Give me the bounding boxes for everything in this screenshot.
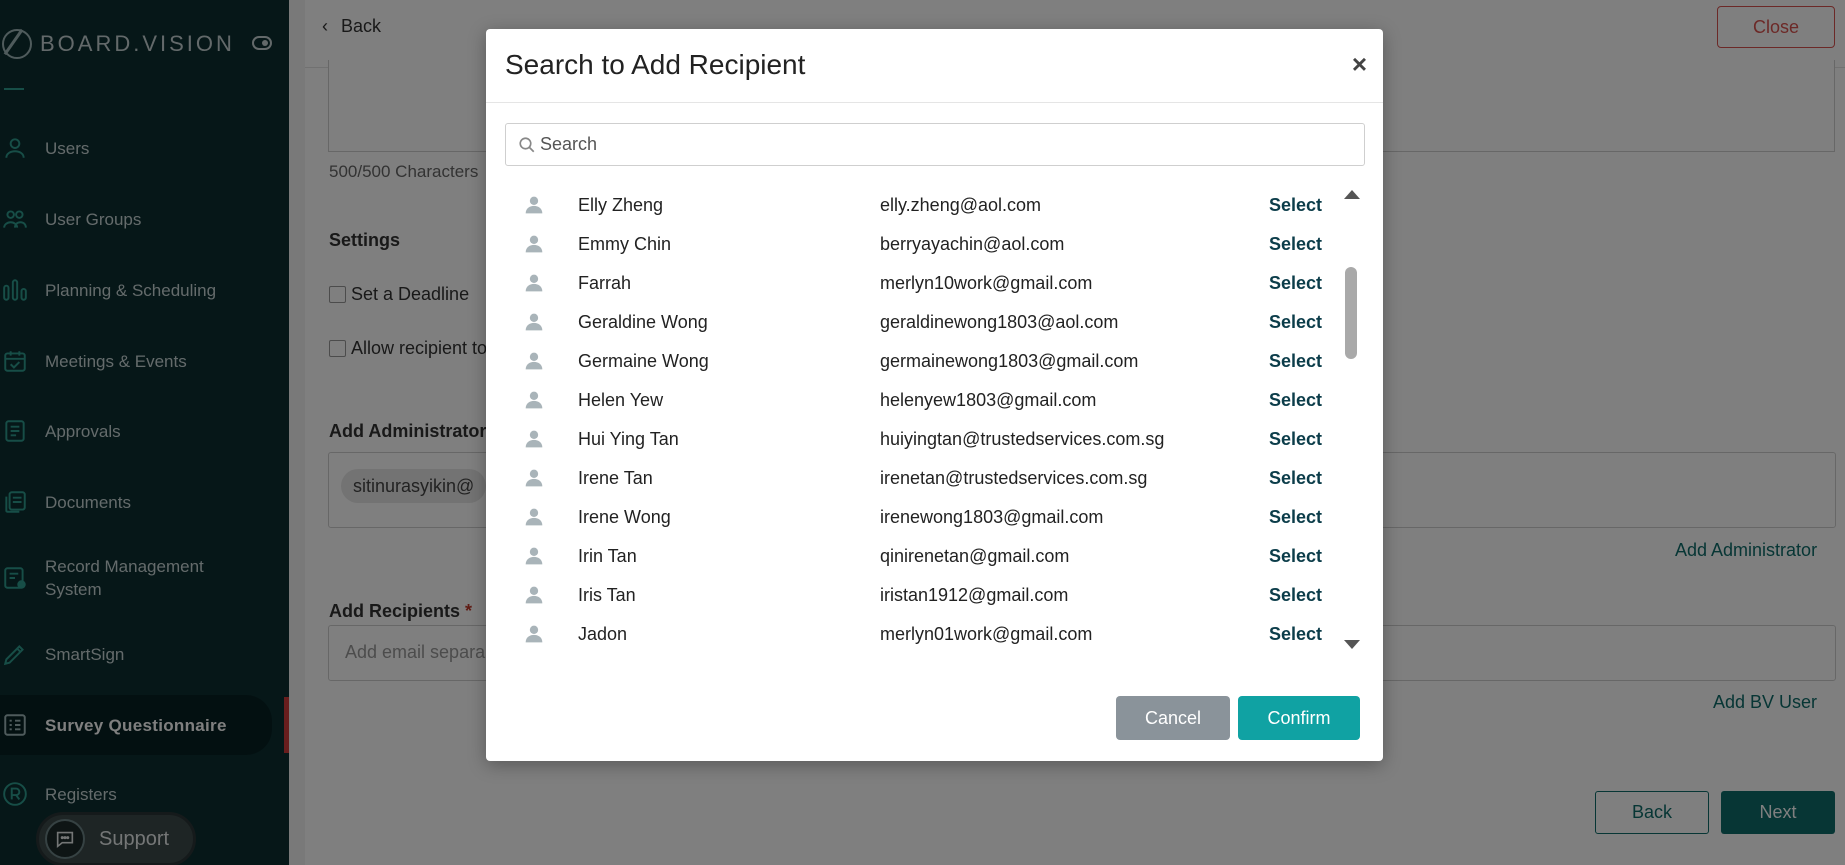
select-recipient-button[interactable]: Select (1269, 624, 1322, 645)
modal-title: Search to Add Recipient (505, 49, 806, 80)
select-recipient-button[interactable]: Select (1269, 429, 1322, 450)
recipient-email: merlyn01work@gmail.com (880, 624, 1093, 644)
scroll-up-arrow-icon[interactable] (1344, 190, 1360, 199)
select-recipient-button[interactable]: Select (1269, 390, 1322, 411)
person-avatar-icon (525, 547, 543, 565)
person-avatar-icon (525, 586, 543, 604)
recipient-email: irenewong1803@gmail.com (880, 507, 1104, 527)
recipient-name: Irene Wong (578, 507, 671, 527)
recipient-email: qinirenetan@gmail.com (880, 546, 1070, 566)
select-recipient-button[interactable]: Select (1269, 507, 1322, 528)
scroll-down-arrow-icon[interactable] (1344, 640, 1360, 649)
recipient-email: iristan1912@gmail.com (880, 585, 1069, 605)
person-avatar-icon (525, 352, 543, 370)
recipient-row: Hui Ying Tan huiyingtan@trustedservices.c… (486, 421, 1366, 460)
recipient-email: elly.zheng@aol.com (880, 195, 1042, 215)
select-recipient-button[interactable]: Select (1269, 585, 1322, 606)
recipient-list: Elly Zheng elly.zheng@aol.com Select Emmy C… (486, 187, 1366, 655)
recipient-name: Emmy Chin (578, 234, 672, 254)
person-avatar-icon (525, 430, 543, 448)
recipient-email: germainewong1803@gmail.com (880, 351, 1139, 371)
person-avatar-icon (525, 313, 543, 331)
select-recipient-button[interactable]: Select (1269, 234, 1322, 255)
recipient-email: irenetan@trustedservices.com.sg (880, 468, 1148, 488)
modal-header: Search to Add Recipient × (486, 29, 1383, 103)
search-icon (519, 136, 535, 152)
recipient-row: Iris Tan iristan1912@gmail.com Select (486, 577, 1366, 616)
person-avatar-icon (525, 469, 543, 487)
scroll-thumb[interactable] (1345, 267, 1357, 359)
recipient-row: Elly Zheng elly.zheng@aol.com Select (486, 187, 1366, 226)
recipient-name: Helen Yew (578, 390, 664, 410)
select-recipient-button[interactable]: Select (1269, 546, 1322, 567)
person-avatar-icon (525, 625, 543, 643)
recipient-row: Jadon merlyn01work@gmail.com Select (486, 616, 1366, 655)
recipient-name: Irene Tan (578, 468, 653, 488)
recipient-row: Irene Wong irenewong1803@gmail.com Select (486, 499, 1366, 538)
recipient-email: merlyn10work@gmail.com (880, 273, 1093, 293)
recipient-row: Irene Tan irenetan@trustedservices.com.sg… (486, 460, 1366, 499)
search-box[interactable] (505, 123, 1365, 166)
person-avatar-icon (525, 196, 543, 214)
recipient-row: Geraldine Wong geraldinewong1803@aol.com S… (486, 304, 1366, 343)
recipient-name: Jadon (578, 624, 628, 644)
recipient-name: Hui Ying Tan (578, 429, 679, 449)
recipient-row: Germaine Wong germainewong1803@gmail.com S… (486, 343, 1366, 382)
select-recipient-button[interactable]: Select (1269, 351, 1322, 372)
recipient-name: Iris Tan (578, 585, 636, 605)
select-recipient-button[interactable]: Select (1269, 312, 1322, 333)
person-avatar-icon (525, 274, 543, 292)
list-scrollbar[interactable] (1341, 187, 1361, 649)
person-avatar-icon (525, 235, 543, 253)
select-recipient-button[interactable]: Select (1269, 468, 1322, 489)
confirm-button[interactable]: Confirm (1238, 696, 1360, 740)
recipient-email: helenyew1803@gmail.com (880, 390, 1097, 410)
recipient-row: Helen Yew helenyew1803@gmail.com Select (486, 382, 1366, 421)
select-recipient-button[interactable]: Select (1269, 273, 1322, 294)
cancel-button[interactable]: Cancel (1116, 696, 1230, 740)
recipient-name: Farrah (578, 273, 632, 293)
recipient-email: berryayachin@aol.com (880, 234, 1065, 254)
recipient-name: Elly Zheng (578, 195, 664, 215)
recipient-email: geraldinewong1803@aol.com (880, 312, 1119, 332)
recipient-name: Germaine Wong (578, 351, 709, 371)
person-avatar-icon (525, 508, 543, 526)
add-recipient-modal: Search to Add Recipient × Elly Zheng elly… (486, 29, 1383, 761)
recipient-name: Irin Tan (578, 546, 637, 566)
recipient-row: Farrah merlyn10work@gmail.com Select (486, 265, 1366, 304)
recipient-row: Irin Tan qinirenetan@gmail.com Select (486, 538, 1366, 577)
recipient-email: huiyingtan@trustedservices.com.sg (880, 429, 1165, 449)
recipient-name: Geraldine Wong (578, 312, 708, 332)
select-recipient-button[interactable]: Select (1269, 195, 1322, 216)
recipient-row: Emmy Chin berryayachin@aol.com Select (486, 226, 1366, 265)
person-avatar-icon (525, 391, 543, 409)
close-icon[interactable]: × (1352, 51, 1367, 77)
search-input[interactable] (540, 134, 1360, 155)
